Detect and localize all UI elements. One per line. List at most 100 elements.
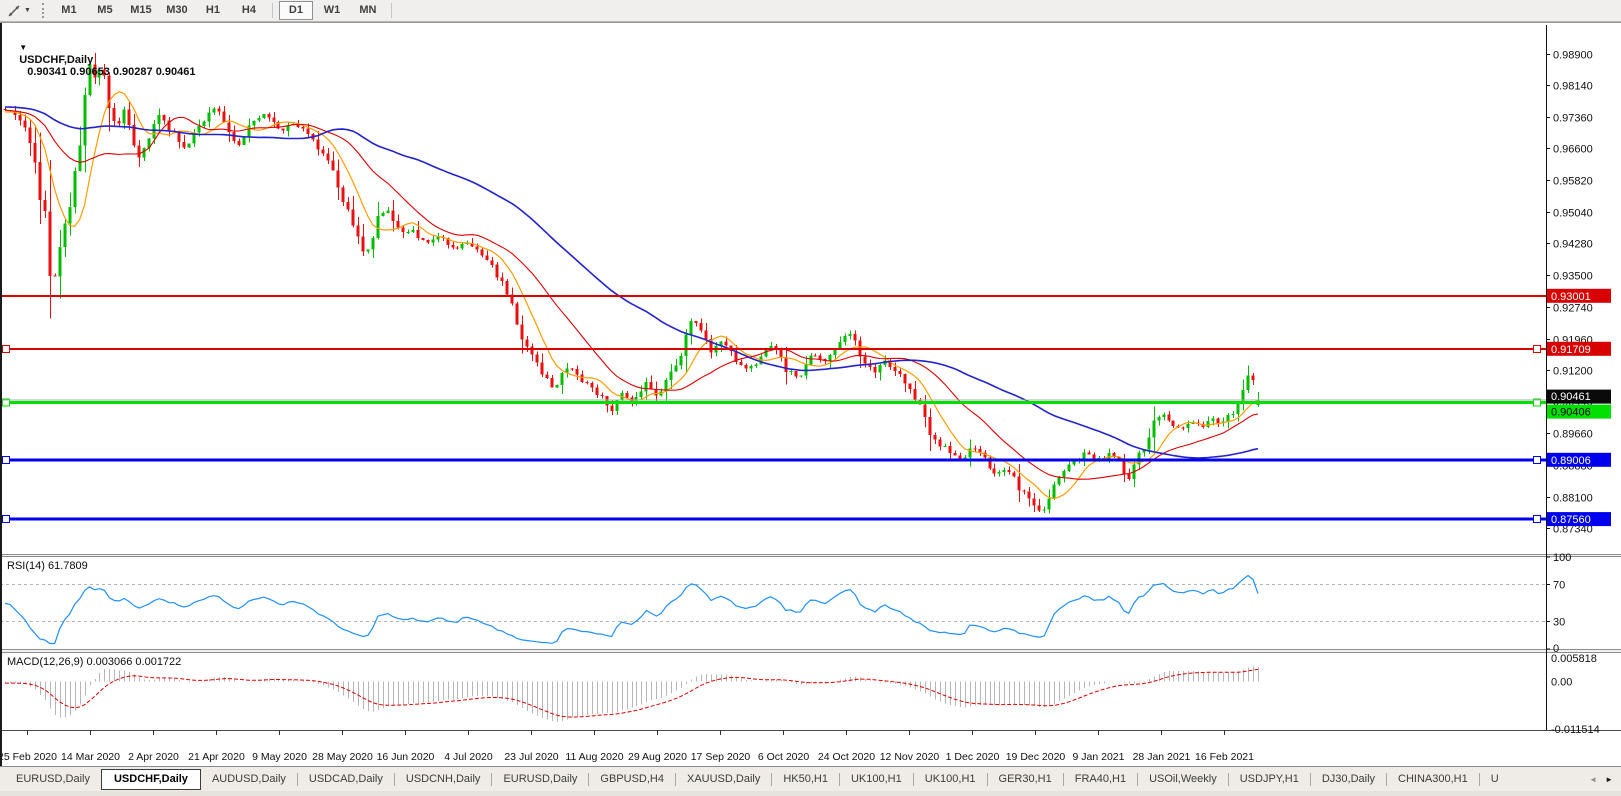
chart-symbol-label: USDCHF,Daily bbox=[19, 54, 93, 66]
hline-handle[interactable] bbox=[1534, 516, 1541, 523]
tab-uk100-h1[interactable]: UK100,H1 bbox=[840, 769, 913, 790]
svg-text:0.90461: 0.90461 bbox=[1551, 391, 1591, 403]
tab-dj30-daily[interactable]: DJ30,Daily bbox=[1311, 769, 1386, 790]
svg-text:21 Apr 2020: 21 Apr 2020 bbox=[188, 751, 245, 763]
symbol-tab-bar: EURUSD,DailyUSDCHF,DailyAUDUSD,DailyUSDC… bbox=[0, 766, 1621, 791]
timeframe-button-w1[interactable]: W1 bbox=[315, 1, 349, 20]
svg-text:19 Dec 2020: 19 Dec 2020 bbox=[1006, 751, 1066, 763]
timeframe-button-mn[interactable]: MN bbox=[351, 1, 385, 20]
tab-xauusd-daily[interactable]: XAUUSD,Daily bbox=[676, 769, 771, 790]
chart-menu-icon[interactable]: ▼ bbox=[19, 43, 27, 52]
svg-text:14 Mar 2020: 14 Mar 2020 bbox=[61, 751, 120, 763]
svg-text:0.89006: 0.89006 bbox=[1551, 455, 1591, 467]
time-axis[interactable]: 25 Feb 2020 14 Mar 2020 2 Apr 2020 21 Apr 2… bbox=[0, 730, 1254, 763]
timeframe-button-group: M1M5M15M30H1H4 D1W1MN bbox=[51, 1, 397, 20]
svg-text:16 Jun 2020: 16 Jun 2020 bbox=[377, 751, 435, 763]
tab-ger30-h1[interactable]: GER30,H1 bbox=[988, 769, 1063, 790]
level-label-0.90406: 0.90406 bbox=[1547, 405, 1611, 419]
timeframe-button-d1[interactable]: D1 bbox=[279, 1, 313, 20]
tab-eurusd-daily[interactable]: EURUSD,Daily bbox=[5, 769, 101, 790]
svg-text:0.95040: 0.95040 bbox=[1553, 208, 1593, 220]
tab-eurusd-daily[interactable]: EURUSD,Daily bbox=[492, 769, 588, 790]
svg-text:0.98140: 0.98140 bbox=[1553, 81, 1593, 93]
tab-fra40-h1[interactable]: FRA40,H1 bbox=[1064, 769, 1137, 790]
tab-usdjpy-h1[interactable]: USDJPY,H1 bbox=[1229, 769, 1310, 790]
timeframe-button-m1[interactable]: M1 bbox=[52, 1, 86, 20]
svg-text:0.90406: 0.90406 bbox=[1551, 407, 1591, 419]
hline-handle[interactable] bbox=[3, 345, 10, 352]
macd-signal-line bbox=[5, 669, 1258, 717]
svg-text:25 Feb 2020: 25 Feb 2020 bbox=[0, 751, 57, 763]
svg-text:0.005818: 0.005818 bbox=[1551, 653, 1597, 665]
svg-text:0.91200: 0.91200 bbox=[1553, 366, 1593, 378]
tab-china300-h1[interactable]: CHINA300,H1 bbox=[1387, 769, 1479, 790]
top-toolbar: ▼ M1M5M15M30H1H4 D1W1MN bbox=[0, 0, 1621, 22]
tab-overflow-clipped[interactable]: U bbox=[1480, 769, 1503, 790]
timeframe-button-m15[interactable]: M15 bbox=[124, 1, 158, 20]
svg-text:0.92740: 0.92740 bbox=[1553, 303, 1593, 315]
svg-text:0.93001: 0.93001 bbox=[1551, 291, 1591, 303]
svg-text:0.97360: 0.97360 bbox=[1553, 113, 1593, 125]
svg-text:0.93500: 0.93500 bbox=[1553, 271, 1593, 283]
tab-scroll-left-icon[interactable]: ◄ bbox=[1585, 773, 1601, 786]
svg-text:0.00: 0.00 bbox=[1551, 677, 1572, 689]
svg-text:9 Jan 2021: 9 Jan 2021 bbox=[1073, 751, 1125, 763]
tab-scroll-right-icon[interactable]: ► bbox=[1601, 773, 1617, 786]
svg-text:0.91709: 0.91709 bbox=[1551, 344, 1591, 356]
timeframe-button-h4[interactable]: H4 bbox=[232, 1, 266, 20]
chart-title: ▼ USDCHF,Daily 0.90341 0.90653 0.90287 0… bbox=[7, 30, 195, 90]
level-label-0.89006: 0.89006 bbox=[1547, 453, 1611, 467]
timeframe-button-m30[interactable]: M30 bbox=[160, 1, 194, 20]
timeframe-button-m5[interactable]: M5 bbox=[88, 1, 122, 20]
timeframe-button-h1[interactable]: H1 bbox=[196, 1, 230, 20]
svg-text:70: 70 bbox=[1553, 580, 1565, 592]
hline-handle[interactable] bbox=[3, 456, 10, 463]
svg-text:17 Sep 2020: 17 Sep 2020 bbox=[691, 751, 751, 763]
svg-text:0.94280: 0.94280 bbox=[1553, 239, 1593, 251]
crosshair-tool-icon[interactable] bbox=[5, 3, 23, 19]
svg-text:24 Oct 2020: 24 Oct 2020 bbox=[818, 751, 875, 763]
svg-text:1 Dec 2020: 1 Dec 2020 bbox=[946, 751, 1000, 763]
level-label-0.93001: 0.93001 bbox=[1547, 289, 1611, 303]
tab-usdcad-daily[interactable]: USDCAD,Daily bbox=[298, 769, 394, 790]
tab-usdchf-daily[interactable]: USDCHF,Daily bbox=[101, 769, 201, 790]
svg-text:28 May 2020: 28 May 2020 bbox=[312, 751, 373, 763]
window-left-border bbox=[0, 23, 2, 767]
rsi-axis: 10070300 bbox=[1546, 552, 1571, 655]
svg-text:2 Apr 2020: 2 Apr 2020 bbox=[128, 751, 179, 763]
tab-audusd-daily[interactable]: AUDUSD,Daily bbox=[201, 769, 297, 790]
svg-text:100: 100 bbox=[1553, 552, 1571, 564]
svg-text:12 Nov 2020: 12 Nov 2020 bbox=[880, 751, 940, 763]
chart-canvas[interactable]: 0.989000.981400.973600.966000.958200.950… bbox=[0, 23, 1621, 767]
svg-text:29 Aug 2020: 29 Aug 2020 bbox=[628, 751, 687, 763]
toolbar-separator bbox=[391, 3, 392, 18]
tab-hk50-h1[interactable]: HK50,H1 bbox=[772, 769, 839, 790]
chart-window: 0.989000.981400.973600.966000.958200.950… bbox=[0, 22, 1621, 766]
hline-handle[interactable] bbox=[1534, 345, 1541, 352]
toolbar-separator bbox=[272, 3, 273, 18]
rsi-line bbox=[5, 576, 1258, 644]
symbol-tabs: EURUSD,DailyUSDCHF,DailyAUDUSD,DailyUSDC… bbox=[5, 769, 1503, 790]
svg-text:0.89660: 0.89660 bbox=[1553, 429, 1593, 441]
svg-text:0.87560: 0.87560 bbox=[1551, 514, 1591, 526]
tab-usdcnh-daily[interactable]: USDCNH,Daily bbox=[395, 769, 492, 790]
hline-handle[interactable] bbox=[3, 516, 10, 523]
tab-usoil-weekly[interactable]: USOil,Weekly bbox=[1138, 769, 1228, 790]
tab-gbpusd-h4[interactable]: GBPUSD,H4 bbox=[589, 769, 675, 790]
toolbar-grip[interactable] bbox=[38, 3, 44, 18]
svg-text:23 Jul 2020: 23 Jul 2020 bbox=[504, 751, 558, 763]
svg-text:9 May 2020: 9 May 2020 bbox=[252, 751, 307, 763]
svg-text:0.98900: 0.98900 bbox=[1553, 50, 1593, 62]
hline-handle[interactable] bbox=[1534, 456, 1541, 463]
tab-uk100-h1[interactable]: UK100,H1 bbox=[914, 769, 987, 790]
svg-text:6 Oct 2020: 6 Oct 2020 bbox=[758, 751, 810, 763]
svg-text:30: 30 bbox=[1553, 616, 1565, 628]
macd-axis: 0.0058180.00-0.011514 bbox=[1551, 653, 1600, 736]
svg-text:4 Jul 2020: 4 Jul 2020 bbox=[444, 751, 493, 763]
svg-text:11 Aug 2020: 11 Aug 2020 bbox=[565, 751, 623, 763]
macd-histogram bbox=[6, 666, 1259, 721]
rsi-indicator-label: RSI(14) 61.7809 bbox=[7, 560, 88, 572]
cursor-dropdown-icon[interactable]: ▼ bbox=[24, 7, 31, 14]
status-strip bbox=[0, 791, 1621, 796]
current-price-label: 0.90461 bbox=[1547, 390, 1611, 404]
